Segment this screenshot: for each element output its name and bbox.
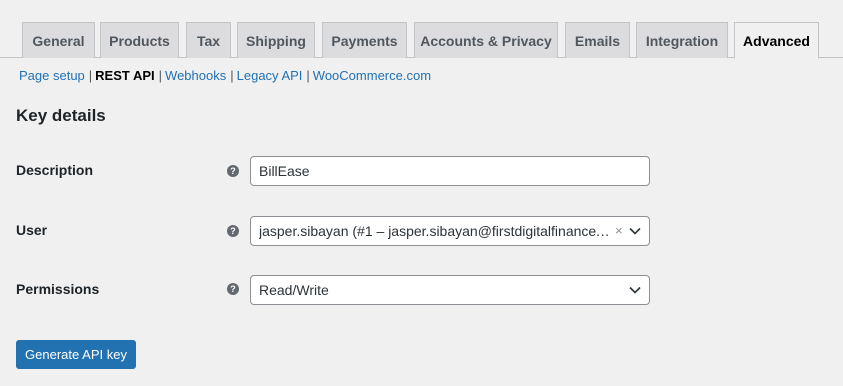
user-help-icon[interactable]: ? bbox=[227, 225, 239, 237]
permissions-label: Permissions bbox=[16, 281, 100, 297]
generate-api-key-button[interactable]: Generate API key bbox=[16, 340, 136, 369]
subnav-separator: | bbox=[88, 68, 93, 83]
subnav-webhooks[interactable]: Webhooks bbox=[165, 68, 226, 83]
description-input[interactable] bbox=[251, 157, 649, 185]
description-label: Description bbox=[16, 162, 94, 178]
tab-advanced[interactable]: Advanced bbox=[734, 22, 819, 59]
user-select-value: jasper.sibayan (#1 – jasper.sibayan@firs… bbox=[259, 223, 609, 239]
permissions-select[interactable]: Read/Write bbox=[250, 275, 650, 305]
user-select[interactable]: jasper.sibayan (#1 – jasper.sibayan@firs… bbox=[250, 216, 650, 246]
tab-shipping[interactable]: Shipping bbox=[237, 22, 315, 58]
permissions-select-value: Read/Write bbox=[259, 282, 329, 298]
user-label: User bbox=[16, 222, 48, 238]
tab-general[interactable]: General bbox=[22, 22, 95, 58]
subnav-page-setup[interactable]: Page setup bbox=[19, 68, 85, 83]
subnav-separator: | bbox=[230, 68, 234, 83]
subnav-woocommerce-com[interactable]: WooCommerce.com bbox=[313, 68, 431, 83]
settings-tabs: General Products Tax Shipping Payments A… bbox=[0, 0, 843, 59]
advanced-subnav: Page setup | REST API | Webhooks | Legacy API |… bbox=[19, 68, 431, 83]
description-help-icon[interactable]: ? bbox=[227, 165, 239, 177]
clear-selection-icon[interactable]: × bbox=[615, 223, 623, 238]
tab-tax[interactable]: Tax bbox=[186, 22, 231, 58]
tab-emails[interactable]: Emails bbox=[565, 22, 630, 58]
tab-products[interactable]: Products bbox=[100, 22, 179, 58]
subnav-rest-api: REST API bbox=[95, 68, 155, 83]
tab-payments[interactable]: Payments bbox=[322, 22, 407, 58]
section-title: Key details bbox=[16, 106, 106, 125]
tab-accounts-privacy[interactable]: Accounts & Privacy bbox=[414, 22, 558, 58]
subnav-separator: | bbox=[158, 68, 163, 83]
description-field[interactable] bbox=[250, 156, 650, 186]
subnav-legacy-api[interactable]: Legacy API bbox=[237, 68, 303, 83]
chevron-down-icon bbox=[629, 286, 641, 294]
subnav-separator: | bbox=[306, 68, 310, 83]
tab-integration[interactable]: Integration bbox=[636, 22, 728, 58]
chevron-down-icon bbox=[629, 227, 641, 235]
permissions-help-icon[interactable]: ? bbox=[227, 283, 239, 295]
